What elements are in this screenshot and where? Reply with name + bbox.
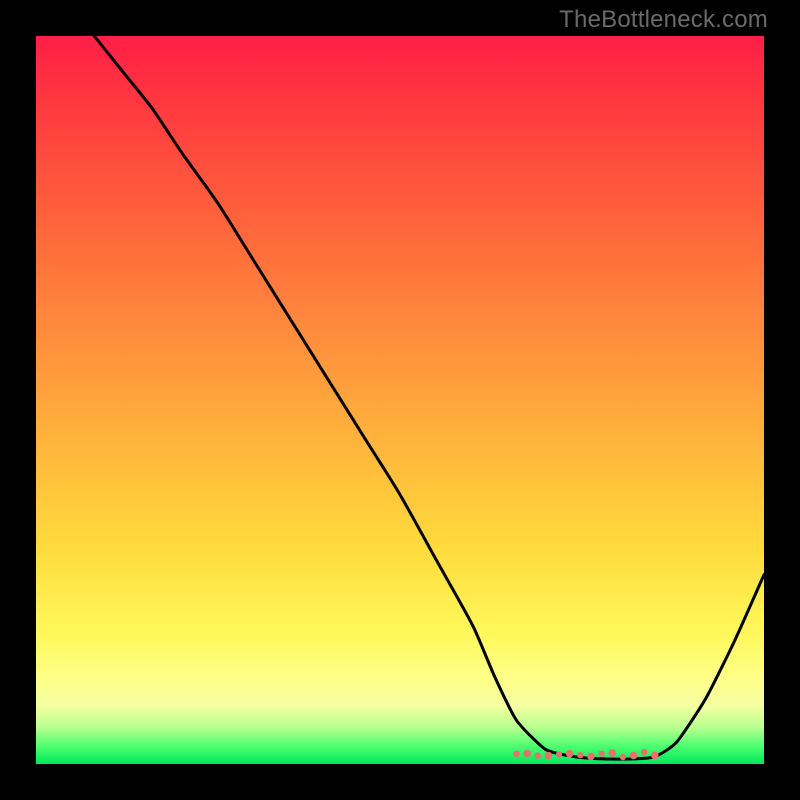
flat-marker-dot	[641, 749, 647, 755]
flat-marker-dot	[630, 752, 638, 760]
flat-marker-dot	[566, 750, 574, 758]
flat-marker-dot	[545, 752, 553, 760]
curve-path	[94, 36, 764, 759]
flat-marker-dot	[651, 752, 659, 760]
bottleneck-curve	[94, 36, 764, 759]
flat-marker-dot	[556, 751, 562, 757]
chart-svg	[36, 36, 764, 764]
flat-marker-dot	[587, 753, 595, 761]
flat-marker-dot	[535, 753, 541, 759]
flat-marker-dot	[608, 749, 616, 757]
flat-marker-dot	[523, 750, 531, 758]
watermark-text: TheBottleneck.com	[559, 6, 768, 34]
flat-marker-dot	[620, 754, 626, 760]
flat-marker-dot	[577, 752, 583, 758]
chart-frame	[36, 36, 764, 764]
flat-marker-dot	[598, 751, 604, 757]
flat-marker-dot	[513, 751, 519, 757]
